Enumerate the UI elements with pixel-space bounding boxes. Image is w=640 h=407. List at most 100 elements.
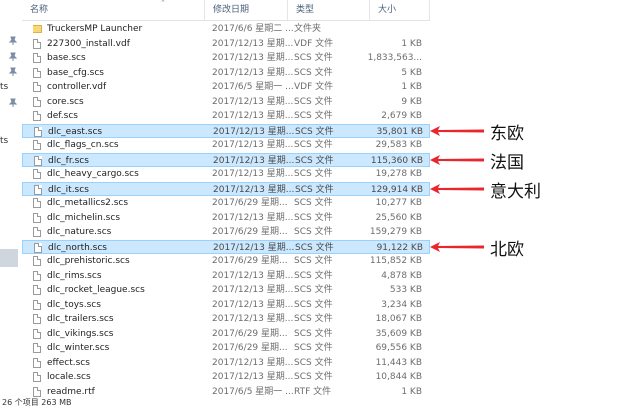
file-row[interactable]: core.scs 2017/12/13 星期... SCS 文件 9 KB xyxy=(22,95,430,110)
file-row[interactable]: dlc_winter.scs 2017/6/29 星期... SCS 文件 69,55… xyxy=(22,341,430,356)
file-name: dlc_it.scs xyxy=(48,184,89,195)
file-date: 2017/12/13 星期... xyxy=(212,357,294,368)
nav-item-selected[interactable] xyxy=(0,249,18,267)
file-row[interactable]: dlc_trailers.scs 2017/12/13 星期... SCS 文件 18… xyxy=(22,312,430,327)
file-name: dlc_toys.scs xyxy=(47,299,101,310)
file-date: 2017/12/13 星期... xyxy=(212,67,294,78)
file-size: 18,067 KB xyxy=(375,314,422,324)
file-date: 2017/12/13 星期... xyxy=(212,299,294,310)
file-row[interactable]: dlc_it.scs 2017/12/13 星期... SCS 文件 129,914 … xyxy=(22,181,430,196)
file-name: dlc_north.scs xyxy=(48,242,107,253)
file-row[interactable]: dlc_nature.scs 2017/6/29 星期... SCS 文件 159,2… xyxy=(22,225,430,240)
nav-item-label[interactable]: ts xyxy=(0,136,8,146)
file-row[interactable]: dlc_east.scs 2017/12/13 星期... SCS 文件 35,801… xyxy=(22,123,430,138)
file-size: 19,278 KB xyxy=(375,169,422,179)
annotation-label: 东欧 xyxy=(490,123,524,144)
file-date: 2017/6/6 星期二 ... xyxy=(212,24,294,34)
file-row[interactable]: dlc_toys.scs 2017/12/13 星期... SCS 文件 3,234 … xyxy=(22,298,430,313)
file-row[interactable]: dlc_metallics2.scs 2017/6/29 星期... SCS 文件 1… xyxy=(22,196,430,211)
file-icon xyxy=(33,38,42,50)
pin-icon[interactable] xyxy=(8,67,18,77)
file-row[interactable]: readme.rtf 2017/6/5 星期一 ... RTF 文件 1 KB xyxy=(22,385,430,400)
file-icon xyxy=(33,299,42,311)
file-name: dlc_trailers.scs xyxy=(47,314,114,324)
file-size: 1 KB xyxy=(401,386,422,397)
file-date: 2017/6/5 星期一 ... xyxy=(212,82,294,92)
file-size: 4,878 KB xyxy=(381,270,422,281)
file-date: 2017/12/13 星期... xyxy=(212,270,294,281)
file-row[interactable]: dlc_heavy_cargo.scs 2017/12/13 星期... SCS 文… xyxy=(22,167,430,182)
file-size: 35,801 KB xyxy=(376,126,423,137)
file-size: 9 KB xyxy=(401,96,422,107)
file-date: 2017/6/29 星期... xyxy=(212,198,288,208)
pin-icon[interactable] xyxy=(8,52,18,62)
file-icon xyxy=(33,67,42,79)
file-size: 10,277 KB xyxy=(375,198,422,208)
column-header-size[interactable]: 大小 xyxy=(370,0,430,20)
file-row[interactable]: def.scs 2017/12/13 星期... SCS 文件 2,679 KB xyxy=(22,109,430,124)
column-header-bar: ⌃ 名称 修改日期 类型 大小 xyxy=(22,0,430,21)
status-text: 26 个项目 263 MB xyxy=(2,398,72,407)
file-row[interactable]: controller.vdf 2017/6/5 星期一 ... VDF 文件 1 KB xyxy=(22,80,430,95)
file-date: 2017/6/5 星期一 ... xyxy=(212,386,294,397)
annotation-label: 意大利 xyxy=(490,181,541,202)
status-bar: 26 个项目 263 MB xyxy=(0,398,640,407)
file-size: 115,852 KB xyxy=(369,256,422,266)
file-size: 3,234 KB xyxy=(381,299,422,310)
file-name: dlc_east.scs xyxy=(48,126,103,137)
file-date: 2017/12/13 星期... xyxy=(212,96,294,107)
column-header-label: 类型 xyxy=(296,5,315,15)
file-date: 2017/12/13 星期... xyxy=(212,314,294,324)
file-row[interactable]: dlc_north.scs 2017/12/13 星期... SCS 文件 91,12… xyxy=(22,239,430,254)
column-header-name[interactable]: ⌃ 名称 xyxy=(22,0,205,20)
file-row[interactable]: TruckersMP Launcher 2017/6/6 星期二 ... 文件夹 xyxy=(22,22,430,37)
file-name: dlc_nature.scs xyxy=(47,227,112,237)
file-date: 2017/6/29 星期... xyxy=(212,227,288,237)
column-header-date[interactable]: 修改日期 xyxy=(205,0,288,20)
file-date: 2017/12/13 星期... xyxy=(213,184,295,195)
file-row[interactable]: dlc_flags_cn.scs 2017/12/13 星期... SCS 文件 29… xyxy=(22,138,430,153)
folder-icon xyxy=(33,24,42,35)
file-size: 5 KB xyxy=(401,67,422,78)
file-size: 1 KB xyxy=(401,38,422,49)
file-icon xyxy=(33,256,42,267)
file-icon xyxy=(33,96,42,108)
file-row[interactable]: dlc_rims.scs 2017/12/13 星期... SCS 文件 4,878 … xyxy=(22,269,430,284)
file-size: 1 KB xyxy=(401,82,422,92)
file-row[interactable]: dlc_prehistoric.scs 2017/6/29 星期... SCS 文件… xyxy=(22,254,430,269)
file-row[interactable]: base_cfg.scs 2017/12/13 星期... SCS 文件 5 KB xyxy=(22,66,430,81)
file-name: dlc_heavy_cargo.scs xyxy=(47,169,139,179)
file-icon xyxy=(33,343,42,354)
annotation-label: 法国 xyxy=(490,152,524,173)
pin-icon[interactable] xyxy=(8,98,18,108)
file-row[interactable]: base.scs 2017/12/13 星期... SCS 文件 1,833,563.… xyxy=(22,51,430,66)
file-icon xyxy=(34,242,43,254)
column-header-label: 名称 xyxy=(30,5,49,15)
file-size: 1,833,563... xyxy=(367,53,422,63)
file-type: 文件夹 xyxy=(294,24,322,34)
file-row[interactable]: dlc_fr.scs 2017/12/13 星期... SCS 文件 115,360 … xyxy=(22,152,430,167)
file-row[interactable]: dlc_michelin.scs 2017/12/13 星期... SCS 文件 25… xyxy=(22,211,430,226)
column-header-type[interactable]: 类型 xyxy=(288,0,370,20)
file-icon xyxy=(33,314,42,325)
file-icon xyxy=(34,155,43,167)
file-list: TruckersMP Launcher 2017/6/6 星期二 ... 文件夹 22… xyxy=(22,22,430,399)
file-row[interactable]: effect.scs 2017/12/13 星期... SCS 文件 11,443 K… xyxy=(22,356,430,371)
file-name: dlc_flags_cn.scs xyxy=(47,140,119,150)
pin-icon[interactable] xyxy=(8,36,18,46)
file-row[interactable]: dlc_vikings.scs 2017/6/29 星期... SCS 文件 35,6… xyxy=(22,327,430,342)
file-name: TruckersMP Launcher xyxy=(47,24,143,34)
file-icon xyxy=(34,126,43,138)
file-name: dlc_rims.scs xyxy=(47,270,102,281)
file-row[interactable]: locale.scs 2017/12/13 星期... SCS 文件 10,844 K… xyxy=(22,370,430,385)
file-row[interactable]: 227300_install.vdf 2017/12/13 星期... VDF 文件… xyxy=(22,37,430,52)
file-name: effect.scs xyxy=(47,357,90,368)
file-icon xyxy=(33,372,42,383)
file-date: 2017/12/13 星期... xyxy=(212,38,294,49)
file-size: 159,279 KB xyxy=(369,227,422,237)
file-icon xyxy=(33,111,42,122)
file-icon xyxy=(33,285,42,296)
file-row[interactable]: dlc_rocket_league.scs 2017/12/13 星期... SCS… xyxy=(22,283,430,298)
file-date: 2017/12/13 星期... xyxy=(212,140,294,150)
nav-item-label[interactable]: ts xyxy=(0,82,8,92)
